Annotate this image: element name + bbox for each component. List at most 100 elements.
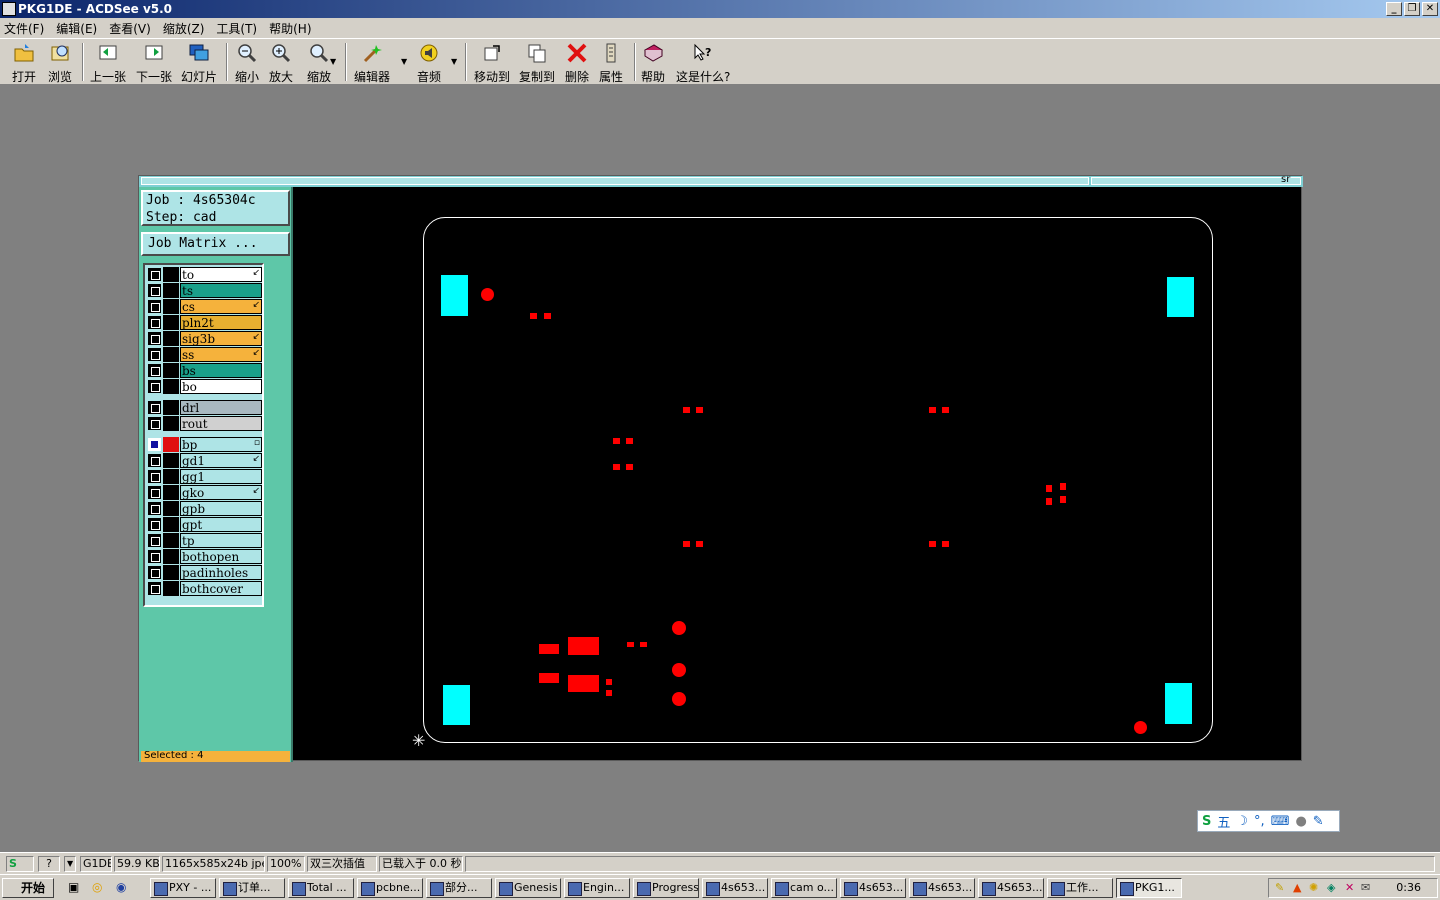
open-button[interactable]: 打开 <box>12 42 36 85</box>
taskbar-item[interactable]: 4s653... <box>840 878 906 898</box>
layer-row: bothopen <box>147 549 264 564</box>
taskbar-item[interactable]: Total ... <box>288 878 354 898</box>
taskbar-item[interactable]: Genesis <box>495 878 561 898</box>
image-top-strip: sr <box>139 174 1303 187</box>
job-info: Job : 4s65304c Step: cad <box>141 190 290 226</box>
tray-acrobat-icon[interactable]: ▲ <box>1293 879 1301 897</box>
layer-row: gg1 <box>147 469 264 484</box>
move-to-button[interactable]: 移动到 <box>474 42 510 85</box>
moon-icon[interactable]: ☽ <box>1236 814 1248 829</box>
origin-crosshair-icon: ✳ <box>412 731 426 750</box>
status-load-time: 已载入于 0.0 秒 <box>379 856 463 872</box>
cyan-pad <box>1165 683 1192 724</box>
restore-button[interactable]: ❐ <box>1404 2 1420 16</box>
svg-text:?: ? <box>705 46 711 59</box>
user-icon[interactable]: ● <box>1295 814 1306 829</box>
menu-edit[interactable]: 编辑(E) <box>56 20 97 37</box>
copy-to-button[interactable]: 复制到 <box>519 42 555 85</box>
tray-gear-icon[interactable]: ✺ <box>1309 879 1318 897</box>
red-pad <box>640 642 647 647</box>
corner-label: sr <box>1281 174 1291 185</box>
dropdown-arrow-icon[interactable]: ▼ <box>64 856 76 872</box>
menu-zoom[interactable]: 缩放(Z) <box>163 20 205 37</box>
red-pad <box>568 637 599 655</box>
taskbar-item[interactable]: 订单... <box>219 878 285 898</box>
zoom-out-icon <box>238 44 257 63</box>
quicklaunch-desktop-icon[interactable]: ▣ <box>68 880 79 894</box>
tray-pencil-icon[interactable]: ✎ <box>1275 879 1284 897</box>
prev-image-button[interactable]: 上一张 <box>90 42 126 85</box>
taskbar-item[interactable]: 部分... <box>426 878 492 898</box>
taskbar-item[interactable]: 4S653... <box>978 878 1044 898</box>
audio-button[interactable]: 音频 <box>417 42 441 85</box>
wrench-icon[interactable]: ✎ <box>1313 814 1324 829</box>
red-pad <box>613 464 620 470</box>
slideshow-button[interactable]: 幻灯片 <box>181 42 217 85</box>
menu-file[interactable]: 文件(F) <box>4 20 44 37</box>
quicklaunch-browser-icon[interactable]: ◉ <box>116 880 126 894</box>
cyan-pad <box>441 275 468 316</box>
red-pad <box>539 644 559 654</box>
menu-help[interactable]: 帮助(H) <box>269 20 311 37</box>
editor-dropdown-arrow[interactable]: ▼ <box>401 57 407 66</box>
delete-button[interactable]: 删除 <box>565 42 589 85</box>
properties-button[interactable]: 属性 <box>599 42 623 85</box>
taskbar-item[interactable]: 工作... <box>1047 878 1113 898</box>
red-pad <box>696 407 703 413</box>
help-book-icon <box>644 44 663 62</box>
step-name: Step: cad <box>146 210 217 225</box>
toolbar: 打开 浏览 上一张 下一张 幻灯片 缩小 放大 缩放 ▼ 编辑器 ▼ 音频 ▼ <box>0 38 1440 85</box>
start-button[interactable]: 开始 <box>2 878 54 898</box>
speaker-icon <box>420 44 438 62</box>
arrow-left-icon <box>99 45 117 60</box>
whats-this-button[interactable]: ? 这是什么? <box>676 42 730 85</box>
help-icon[interactable]: ? <box>38 856 60 872</box>
job-matrix-button: Job Matrix ... <box>141 232 290 256</box>
minimize-button[interactable]: _ <box>1386 2 1402 16</box>
window-titlebar: PKG1DE - ACDSee v5.0 _ ❐ ✕ <box>0 0 1440 18</box>
audio-dropdown-arrow[interactable]: ▼ <box>451 57 457 66</box>
status-empty <box>465 856 1435 872</box>
zoom-button[interactable]: 缩放 <box>307 42 331 85</box>
pcb-board-outline <box>423 217 1213 743</box>
tray-mail-icon[interactable]: ✉ <box>1361 879 1370 897</box>
status-dimensions: 1165x585x24b jpeg <box>162 856 265 872</box>
menu-tools[interactable]: 工具(T) <box>216 20 257 37</box>
tray-network-icon[interactable]: ◈ <box>1327 879 1335 897</box>
red-pad <box>1060 483 1066 490</box>
quicklaunch-clock-icon[interactable]: ◎ <box>92 880 102 894</box>
taskbar-item[interactable]: PXY - ... <box>150 878 216 898</box>
help-button[interactable]: 帮助 <box>641 42 665 85</box>
next-image-button[interactable]: 下一张 <box>136 42 172 85</box>
zoom-dropdown-arrow[interactable]: ▼ <box>330 57 336 66</box>
ime-mode[interactable]: 五 <box>1217 812 1230 831</box>
taskbar-item[interactable]: 4s653... <box>909 878 975 898</box>
editor-button[interactable]: 编辑器 <box>354 42 390 85</box>
app-icon[interactable] <box>2 2 16 16</box>
layer-row: sig3b ↙ <box>147 331 264 346</box>
red-pad <box>539 673 559 683</box>
taskbar-item-active[interactable]: PKG1... <box>1116 878 1182 898</box>
taskbar-item[interactable]: pcbne... <box>357 878 423 898</box>
taskbar-item[interactable]: Progress <box>633 878 699 898</box>
red-pad <box>929 541 936 547</box>
red-pad <box>683 407 690 413</box>
zoom-in-button[interactable]: 放大 <box>269 42 293 85</box>
sogou-icon[interactable]: S <box>6 856 34 872</box>
taskbar-item[interactable]: cam o... <box>771 878 837 898</box>
taskbar-item[interactable]: Engin... <box>564 878 630 898</box>
menu-view[interactable]: 查看(V) <box>109 20 151 37</box>
browse-button[interactable]: 浏览 <box>48 42 72 85</box>
taskbar-item[interactable]: 4s653... <box>702 878 768 898</box>
red-via <box>1134 721 1147 734</box>
punctuation-icon[interactable]: °, <box>1254 814 1265 829</box>
layer-row: tp <box>147 533 264 548</box>
ime-logo-icon[interactable]: S <box>1202 814 1211 829</box>
keyboard-icon[interactable]: ⌨ <box>1271 814 1290 829</box>
close-button[interactable]: ✕ <box>1422 2 1438 16</box>
red-pad <box>606 690 612 696</box>
menu-bar: 文件(F) 编辑(E) 查看(V) 缩放(Z) 工具(T) 帮助(H) <box>0 18 1440 38</box>
layer-row: rout <box>147 416 264 431</box>
zoom-out-button[interactable]: 缩小 <box>235 42 259 85</box>
tray-close-icon[interactable]: ✕ <box>1345 879 1354 897</box>
